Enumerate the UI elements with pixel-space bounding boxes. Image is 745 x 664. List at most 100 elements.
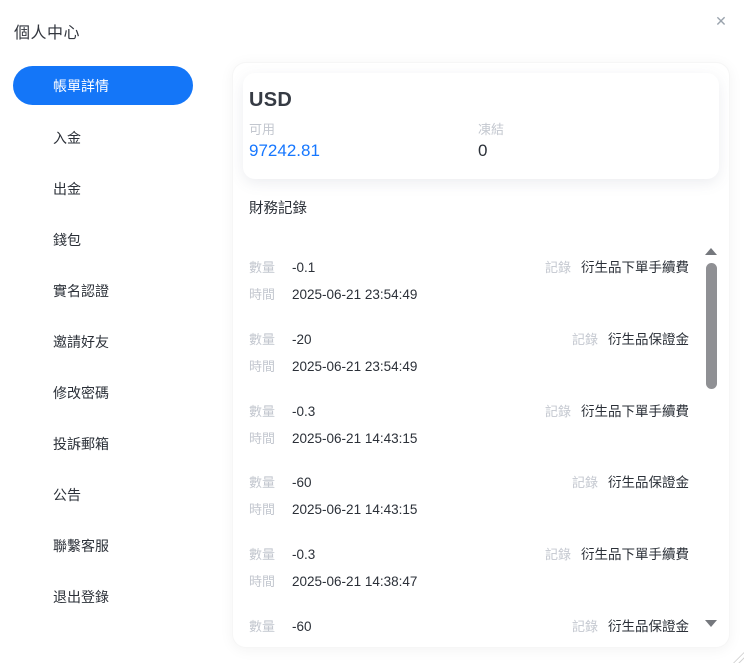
time-value: 2025-06-21 23:54:49 — [292, 286, 417, 304]
sidebar-item-label: 邀請好友 — [13, 332, 109, 352]
sidebar-item[interactable]: 投訴郵箱 — [13, 418, 193, 469]
record-value: 衍生品下單手續費 — [581, 546, 689, 564]
time-group: 時間 2025-06-21 23:54:49 — [249, 286, 417, 304]
time-value: 2025-06-21 14:38:47 — [292, 573, 417, 591]
amount-label: 數量 — [249, 546, 275, 564]
sidebar-item[interactable]: 出金 — [13, 163, 193, 214]
available-value: 97242.81 — [249, 140, 478, 162]
sidebar-item-label: 帳單詳情 — [13, 76, 109, 96]
amount-group: 數量 -60 — [249, 618, 312, 636]
frozen-label: 凍結 — [478, 121, 707, 139]
available-column: 可用 97242.81 — [249, 121, 478, 162]
scrollbar-up-icon[interactable] — [705, 248, 717, 255]
amount-label: 數量 — [249, 474, 275, 492]
amount-value: -60 — [292, 618, 312, 636]
record-value: 衍生品下單手續費 — [581, 403, 689, 421]
time-group: 時間 2025-06-21 14:38:47 — [249, 573, 417, 591]
page-title: 個人中心 — [14, 19, 80, 43]
record-group: 記錄 衍生品保證金 — [572, 618, 689, 636]
record-group: 記錄 衍生品下單手續費 — [545, 403, 689, 421]
record-row: 數量 -0.3 記錄 衍生品下單手續費 時間 2025-06-21 14:43:… — [249, 385, 689, 457]
time-value: 2025-06-21 14:43:15 — [292, 501, 417, 519]
record-value: 衍生品保證金 — [608, 331, 689, 349]
record-value: 衍生品保證金 — [608, 474, 689, 492]
sidebar: 帳單詳情 入金 出金 錢包 實名認證 邀請好友 修改密碼 投訴郵箱 公告 — [13, 66, 193, 622]
time-label: 時間 — [249, 286, 275, 304]
record-group: 記錄 衍生品下單手續費 — [545, 259, 689, 277]
record-value: 衍生品保證金 — [608, 618, 689, 636]
scrollbar-thumb[interactable] — [706, 263, 717, 389]
time-group: 時間 2025-06-21 23:54:49 — [249, 358, 417, 376]
time-label: 時間 — [249, 645, 275, 648]
amount-value: -0.3 — [292, 546, 315, 564]
time-label: 時間 — [249, 358, 275, 376]
frozen-column: 凍結 0 — [478, 121, 707, 162]
amount-label: 數量 — [249, 259, 275, 277]
amount-value: -0.1 — [292, 259, 315, 277]
time-value: 2025-06-21 14:43:15 — [292, 430, 417, 448]
amount-label: 數量 — [249, 618, 275, 636]
sidebar-item-label: 修改密碼 — [13, 383, 109, 403]
record-label: 記錄 — [572, 474, 598, 492]
record-group: 記錄 衍生品保證金 — [572, 331, 689, 349]
sidebar-item-label: 錢包 — [13, 230, 81, 250]
balance-card: USD 可用 97242.81 凍結 0 — [243, 73, 719, 179]
sidebar-item-label: 出金 — [13, 179, 81, 199]
resize-grip-icon[interactable] — [733, 652, 744, 663]
close-icon[interactable]: ✕ — [712, 12, 730, 30]
currency-title: USD — [249, 89, 719, 112]
time-group: 時間 2025-06-21 14:43:15 — [249, 501, 417, 519]
amount-value: -0.3 — [292, 403, 315, 421]
sidebar-item[interactable]: 退出登錄 — [13, 571, 193, 622]
amount-group: 數量 -60 — [249, 474, 312, 492]
scrollbar-down-icon[interactable] — [705, 620, 717, 627]
frozen-value: 0 — [478, 140, 707, 162]
sidebar-item[interactable]: 實名認證 — [13, 265, 193, 316]
sidebar-item-label: 實名認證 — [13, 281, 109, 301]
time-value: 2025-06-21 23:54:49 — [292, 358, 417, 376]
available-label: 可用 — [249, 121, 478, 139]
sidebar-item-label: 退出登錄 — [13, 587, 109, 607]
sidebar-item[interactable]: 錢包 — [13, 214, 193, 265]
sidebar-item-label: 公告 — [13, 485, 81, 505]
sidebar-item-label: 聯繫客服 — [13, 536, 109, 556]
sidebar-item-label: 入金 — [13, 128, 81, 148]
amount-group: 數量 -20 — [249, 331, 312, 349]
record-group: 記錄 衍生品保證金 — [572, 474, 689, 492]
record-group: 記錄 衍生品下單手續費 — [545, 546, 689, 564]
record-label: 記錄 — [545, 403, 571, 421]
sidebar-item[interactable]: 邀請好友 — [13, 316, 193, 367]
amount-group: 數量 -0.3 — [249, 403, 315, 421]
record-value: 衍生品下單手續費 — [581, 259, 689, 277]
sidebar-item[interactable]: 帳單詳情 — [13, 66, 193, 105]
amount-value: -20 — [292, 331, 312, 349]
record-row: 數量 -0.1 記錄 衍生品下單手續費 時間 2025-06-21 23:54:… — [249, 241, 689, 313]
main-card: USD 可用 97242.81 凍結 0 財務記錄 數量 -0.1 — [232, 62, 730, 648]
sidebar-item[interactable]: 入金 — [13, 112, 193, 163]
record-row: 數量 -0.3 記錄 衍生品下單手續費 時間 2025-06-21 14:38:… — [249, 528, 689, 600]
record-label: 記錄 — [545, 259, 571, 277]
balance-columns: 可用 97242.81 凍結 0 — [249, 121, 719, 162]
amount-group: 數量 -0.1 — [249, 259, 315, 277]
record-label: 記錄 — [572, 331, 598, 349]
time-label: 時間 — [249, 501, 275, 519]
record-row: 數量 -60 記錄 衍生品保證金 時間 — [249, 600, 689, 648]
record-label: 記錄 — [572, 618, 598, 636]
record-row: 數量 -20 記錄 衍生品保證金 時間 2025-06-21 23:54:49 — [249, 313, 689, 385]
record-label: 記錄 — [545, 546, 571, 564]
time-label: 時間 — [249, 430, 275, 448]
record-row: 數量 -60 記錄 衍生品保證金 時間 2025-06-21 14:43:15 — [249, 456, 689, 528]
amount-group: 數量 -0.3 — [249, 546, 315, 564]
records-title: 財務記錄 — [249, 200, 719, 219]
time-group: 時間 2025-06-21 14:43:15 — [249, 430, 417, 448]
time-label: 時間 — [249, 573, 275, 591]
time-group: 時間 — [249, 645, 292, 648]
sidebar-item[interactable]: 聯繫客服 — [13, 520, 193, 571]
amount-label: 數量 — [249, 331, 275, 349]
sidebar-item[interactable]: 公告 — [13, 469, 193, 520]
sidebar-item[interactable]: 修改密碼 — [13, 367, 193, 418]
amount-label: 數量 — [249, 403, 275, 421]
amount-value: -60 — [292, 474, 312, 492]
records-list: 數量 -0.1 記錄 衍生品下單手續費 時間 2025-06-21 23:54:… — [243, 241, 719, 648]
sidebar-item-label: 投訴郵箱 — [13, 434, 109, 454]
